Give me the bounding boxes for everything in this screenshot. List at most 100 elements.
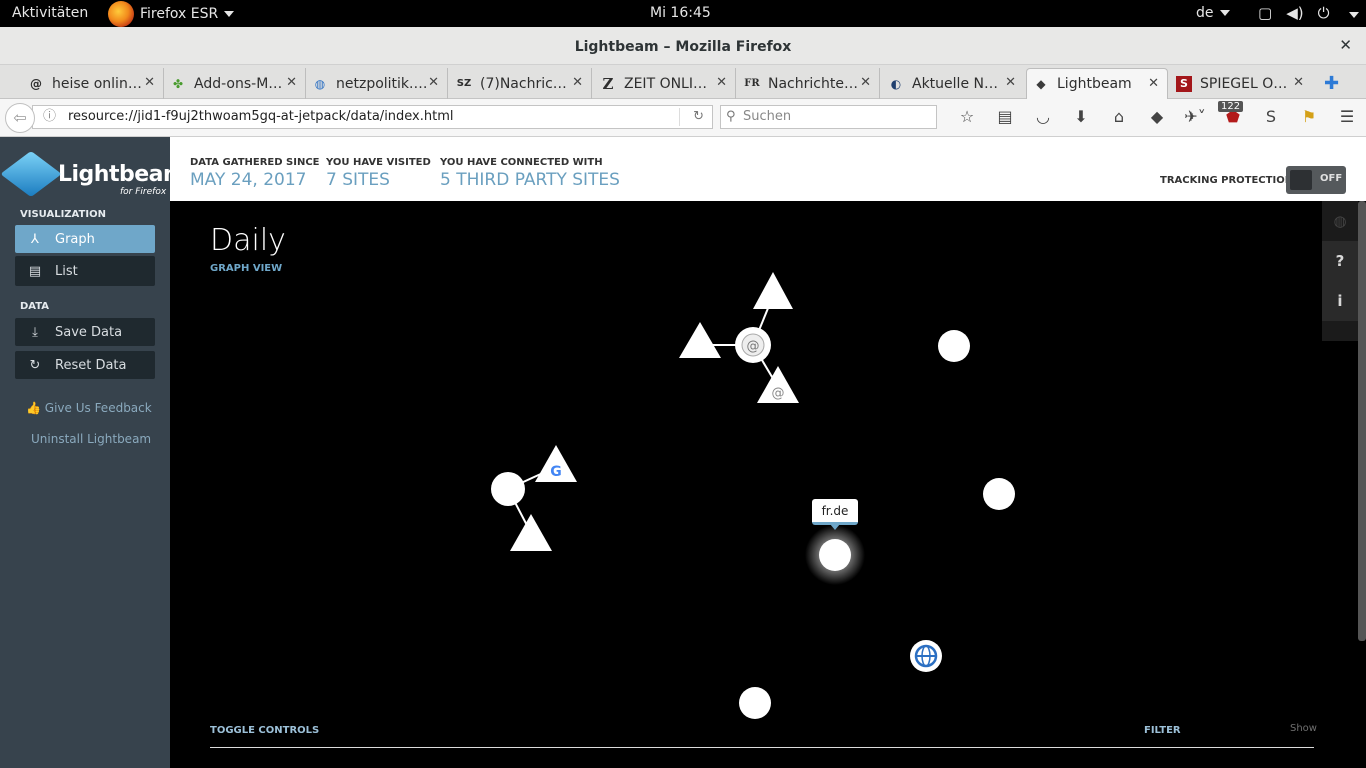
tracking-protection-toggle[interactable]: OFF (1286, 166, 1346, 194)
flag-icon[interactable]: ⚑ (1290, 107, 1328, 126)
screen-icon: ▢ (1258, 4, 1273, 22)
toolbar-icons: ☆ ▤ ◡ ⬇ ⌂ ◆ ✈˅ ⬟ S ⚑ ☰ (948, 107, 1366, 126)
stats-header: DATA GATHERED SINCE MAY 24, 2017 YOU HAV… (170, 137, 1366, 201)
toggle-knob (1290, 170, 1312, 190)
third-party-node[interactable] (679, 322, 721, 358)
zeit-favicon-icon: Z (602, 74, 614, 93)
close-tab-icon[interactable]: ✕ (1148, 76, 1159, 91)
feedback-link[interactable]: 👍 Give Us Feedback (26, 401, 152, 415)
url-divider (679, 108, 680, 126)
heise-favicon-glyph: @ (747, 339, 760, 354)
app-menu[interactable]: Firefox ESR (108, 0, 235, 27)
save-data-label: Save Data (55, 324, 123, 340)
close-tab-icon[interactable]: ✕ (716, 75, 727, 90)
reset-data-button[interactable]: ↻ Reset Data (15, 351, 155, 379)
data-heading: DATA (20, 301, 50, 312)
tab-sz[interactable]: SZ (7)Nachric… ✕ (450, 68, 592, 99)
close-tab-icon[interactable]: ✕ (286, 75, 297, 90)
visited-site-node[interactable] (491, 472, 525, 506)
close-tab-icon[interactable]: ✕ (144, 75, 155, 90)
new-tab-icon[interactable]: ✚ (1324, 73, 1339, 94)
third-party-node[interactable] (510, 514, 552, 551)
toggle-controls-button[interactable]: TOGGLE CONTROLS (210, 725, 319, 736)
close-tab-icon[interactable]: ✕ (428, 75, 439, 90)
tab-spiegel[interactable]: S SPIEGEL O… ✕ (1170, 68, 1312, 99)
show-button[interactable]: Show (1290, 723, 1317, 734)
sync-icon[interactable]: S (1252, 107, 1290, 126)
reset-icon: ↻ (29, 357, 41, 373)
info-icon[interactable]: i (1322, 281, 1358, 321)
stat-gathered: DATA GATHERED SINCE MAY 24, 2017 (190, 157, 320, 190)
close-tab-icon[interactable]: ✕ (1005, 75, 1016, 90)
list-button[interactable]: ▤ List (15, 256, 155, 286)
lightbeam-logo-icon (0, 150, 62, 198)
tab-label: ZEIT ONLI… (624, 75, 707, 92)
tab-zeit[interactable]: Z ZEIT ONLI… ✕ (594, 68, 736, 99)
app-menu-label: Firefox ESR (140, 5, 219, 22)
clock[interactable]: Mi 16:45 (650, 5, 711, 21)
reading-list-icon[interactable]: ▤ (986, 107, 1024, 126)
scrollbar[interactable] (1358, 201, 1366, 641)
feedback-label: Give Us Feedback (44, 401, 152, 415)
graph-visualization: Daily GRAPH VIEW @ @ G fr.de ◍ ? i TOGGL… (170, 201, 1366, 768)
visited-site-node[interactable] (739, 687, 771, 719)
spiegel-favicon-icon: S (1176, 75, 1192, 92)
info-icon[interactable]: ⓘ (43, 106, 56, 128)
lightbeam-sidebar: Lightbeam for Firefox VISUALIZATION ⅄ Gr… (0, 137, 186, 768)
stat-visited-value: 7 SITES (326, 170, 390, 190)
node-tooltip: fr.de (812, 499, 858, 530)
close-window-icon[interactable]: ✕ (1339, 36, 1352, 54)
language-selector[interactable]: de (1196, 5, 1230, 21)
home-icon[interactable]: ⌂ (1100, 107, 1138, 126)
firefox-logo-icon (108, 0, 134, 27)
stat-connected: YOU HAVE CONNECTED WITH 5 THIRD PARTY SI… (440, 157, 620, 190)
window-titlebar: Lightbeam – Mozilla Firefox ✕ (0, 27, 1366, 65)
tab-fr[interactable]: FR Nachrichte… ✕ (738, 68, 880, 99)
tab-aktuelle[interactable]: ◐ Aktuelle N… ✕ (882, 68, 1024, 99)
tab-addons[interactable]: ✤ Add-ons-M… ✕ (164, 68, 306, 99)
visited-site-node-fr[interactable] (819, 539, 851, 571)
lightbeam-favicon-icon: ◆ (1036, 77, 1046, 91)
brand-sub: for Firefox (120, 187, 167, 197)
search-input[interactable]: ⚲ Suchen (720, 105, 937, 129)
activities-button[interactable]: Aktivitäten (12, 5, 88, 21)
chevron-down-icon (1349, 12, 1360, 18)
help-icon[interactable]: ? (1322, 241, 1358, 281)
hamburger-menu-icon[interactable]: ☰ (1328, 107, 1366, 126)
viz-right-toolbar: ◍ ? i (1322, 201, 1358, 341)
save-data-button[interactable]: ⤓ Save Data (15, 318, 155, 346)
uninstall-link[interactable]: Uninstall Lightbeam (31, 432, 151, 446)
graph-canvas[interactable]: @ @ G (170, 201, 1320, 768)
reload-icon[interactable]: ↻ (693, 106, 704, 128)
download-icon[interactable]: ⬇ (1062, 107, 1100, 126)
bookmark-star-icon[interactable]: ☆ (948, 107, 986, 126)
tab-heise[interactable]: @ heise onlin… ✕ (22, 68, 164, 99)
tab-lightbeam[interactable]: ◆ Lightbeam ✕ (1026, 68, 1168, 99)
lightbeam-toolbar-icon[interactable]: ◆ (1138, 107, 1176, 126)
third-party-node[interactable] (753, 272, 793, 309)
tab-label: Aktuelle N… (912, 75, 998, 92)
stat-gathered-value: MAY 24, 2017 (190, 170, 307, 190)
url-bar[interactable]: ⓘ resource://jid1-f9uj2thwoam5gq-at-jetp… (32, 105, 713, 129)
system-status-area[interactable]: ▢ ◀) ⏻ (1258, 4, 1360, 22)
close-tab-icon[interactable]: ✕ (572, 75, 583, 90)
tab-netzpolitik[interactable]: ◍ netzpolitik.… ✕ (306, 68, 448, 99)
graph-button[interactable]: ⅄ Graph (15, 225, 155, 253)
heise-favicon-icon: @ (30, 76, 42, 91)
globe-icon[interactable]: ◍ (1322, 201, 1358, 241)
back-button[interactable]: ⇦ (5, 103, 35, 133)
tracking-protection-label: TRACKING PROTECTION (1160, 175, 1294, 186)
search-icon: ⚲ (726, 109, 736, 124)
stat-connected-label: YOU HAVE CONNECTED WITH (440, 157, 603, 168)
window-title: Lightbeam – Mozilla Firefox (574, 39, 792, 55)
pocket-icon[interactable]: ◡ (1024, 107, 1062, 126)
filter-label[interactable]: FILTER (1144, 725, 1181, 736)
close-tab-icon[interactable]: ✕ (1293, 75, 1304, 90)
close-tab-icon[interactable]: ✕ (860, 75, 871, 90)
lightbeam-logo: Lightbeam for Firefox (0, 150, 186, 198)
privacy-mask-icon[interactable]: ✈˅ (1176, 107, 1214, 126)
visited-site-node[interactable] (938, 330, 970, 362)
google-icon: G (550, 464, 562, 480)
tab-bar: @ heise onlin… ✕ ✤ Add-ons-M… ✕ ◍ netzpo… (0, 65, 1366, 99)
visited-site-node[interactable] (983, 478, 1015, 510)
